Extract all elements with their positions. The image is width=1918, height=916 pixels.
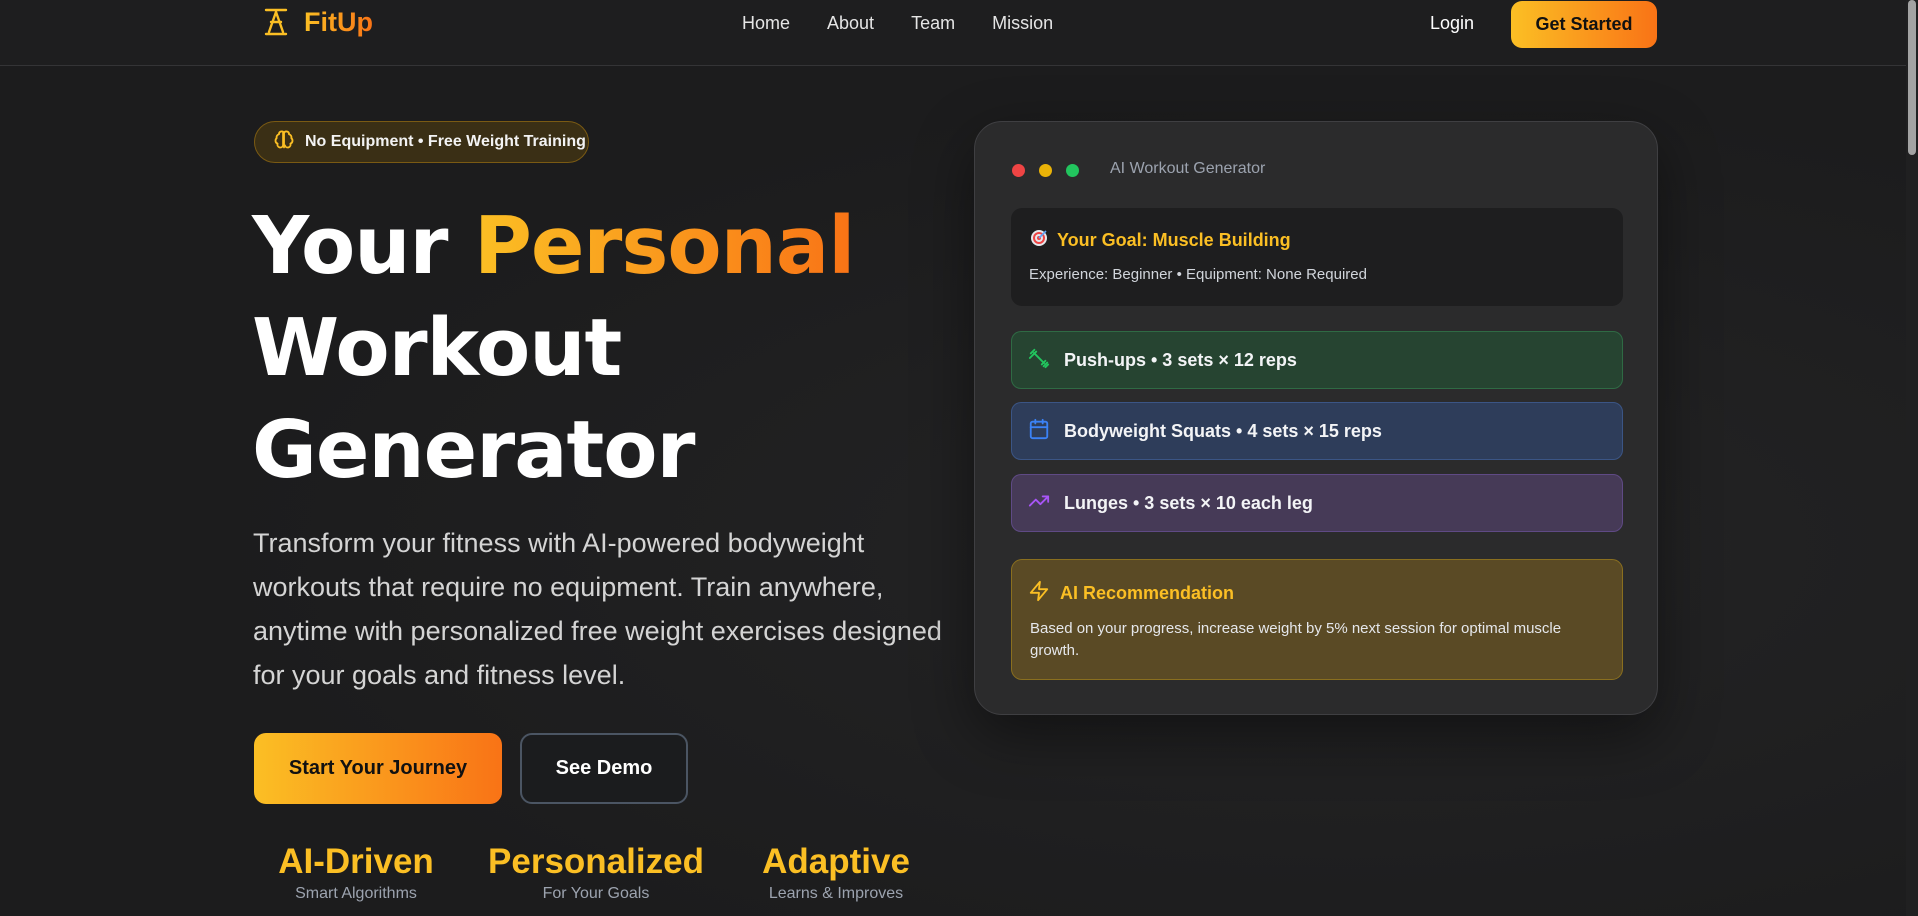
- start-journey-button[interactable]: Start Your Journey: [254, 733, 502, 804]
- exercise-label: Push-ups • 3 sets × 12 reps: [1064, 349, 1297, 370]
- stat-value: Adaptive: [762, 842, 910, 881]
- trending-up-icon: [1028, 490, 1050, 517]
- exercise-label: Lunges • 3 sets × 10 each leg: [1064, 492, 1313, 513]
- hero-badge-label: No Equipment • Free Weight Training: [305, 133, 586, 150]
- stat-label: Learns & Improves: [768, 885, 904, 902]
- workout-generator-card: AI Workout Generator Your Goal: Muscle B…: [974, 121, 1658, 715]
- recommendation-title-row: AI Recommendation: [1028, 580, 1234, 607]
- ai-recommendation-panel: AI Recommendation Based on your progress…: [1011, 559, 1623, 680]
- stat-value: Personalized: [488, 842, 704, 881]
- goal-title-row: Your Goal: Muscle Building: [1029, 228, 1291, 253]
- stat-adaptive: Adaptive Learns & Improves: [751, 840, 921, 904]
- goal-details: Experience: Beginner • Equipment: None R…: [1029, 266, 1367, 283]
- target-icon: [1029, 228, 1049, 253]
- stat-value: AI-Driven: [278, 842, 434, 881]
- nav-links: Home About Team Mission: [742, 13, 1053, 34]
- lightning-icon: [1028, 580, 1050, 607]
- hero-description: Transform your fitness with AI-powered b…: [253, 528, 942, 690]
- recommendation-title: AI Recommendation: [1060, 583, 1235, 603]
- brand-logo[interactable]: FitUp: [262, 6, 373, 38]
- stat-label: For Your Goals: [542, 885, 650, 902]
- dumbbell-icon: [1028, 347, 1050, 374]
- brain-icon: [273, 129, 295, 156]
- maximize-dot: [1066, 164, 1079, 177]
- window-controls: [1012, 164, 1079, 177]
- headline-part1: Your: [252, 200, 474, 292]
- exercise-item-squats[interactable]: Bodyweight Squats • 4 sets × 15 reps: [1011, 402, 1623, 460]
- logo-icon: [262, 6, 290, 38]
- exercise-item-pushups[interactable]: Push-ups • 3 sets × 12 reps: [1011, 331, 1623, 389]
- nav-link-mission[interactable]: Mission: [992, 13, 1053, 34]
- hero-stats: AI-Driven Smart Algorithms Personalized …: [0, 840, 1918, 916]
- card-title: AI Workout Generator: [1110, 160, 1266, 177]
- stat-label: Smart Algorithms: [295, 885, 417, 902]
- recommendation-text: Based on your progress, increase weight …: [1030, 620, 1562, 659]
- hero-badge: No Equipment • Free Weight Training: [254, 121, 589, 163]
- exercise-label: Bodyweight Squats • 4 sets × 15 reps: [1064, 420, 1382, 441]
- nav-link-about[interactable]: About: [827, 13, 874, 34]
- stat-personalized: Personalized For Your Goals: [488, 840, 704, 904]
- headline-line3: Generator: [252, 404, 696, 496]
- scrollbar-thumb[interactable]: [1908, 0, 1916, 155]
- get-started-button[interactable]: Get Started: [1511, 1, 1657, 48]
- nav-link-home[interactable]: Home: [742, 13, 790, 34]
- nav-link-team[interactable]: Team: [911, 13, 955, 34]
- login-link[interactable]: Login: [1430, 13, 1474, 34]
- headline-accent: Personal: [473, 200, 855, 292]
- minimize-dot: [1039, 164, 1052, 177]
- goal-title: Your Goal: Muscle Building: [1057, 230, 1291, 250]
- close-dot: [1012, 164, 1025, 177]
- stat-ai-driven: AI-Driven Smart Algorithms: [272, 840, 440, 904]
- page: FitUp Home About Team Mission Login Get …: [0, 0, 1918, 916]
- exercise-item-lunges[interactable]: Lunges • 3 sets × 10 each leg: [1011, 474, 1623, 532]
- goal-panel: Your Goal: Muscle Building Experience: B…: [1011, 208, 1623, 306]
- see-demo-button[interactable]: See Demo: [520, 733, 688, 804]
- headline-line2: Workout: [252, 302, 622, 394]
- top-nav: FitUp Home About Team Mission Login Get …: [0, 0, 1918, 66]
- brand-name: FitUp: [304, 6, 373, 37]
- hero-headline: Your Personal Workout Generator: [252, 195, 972, 501]
- calendar-icon: [1028, 418, 1050, 445]
